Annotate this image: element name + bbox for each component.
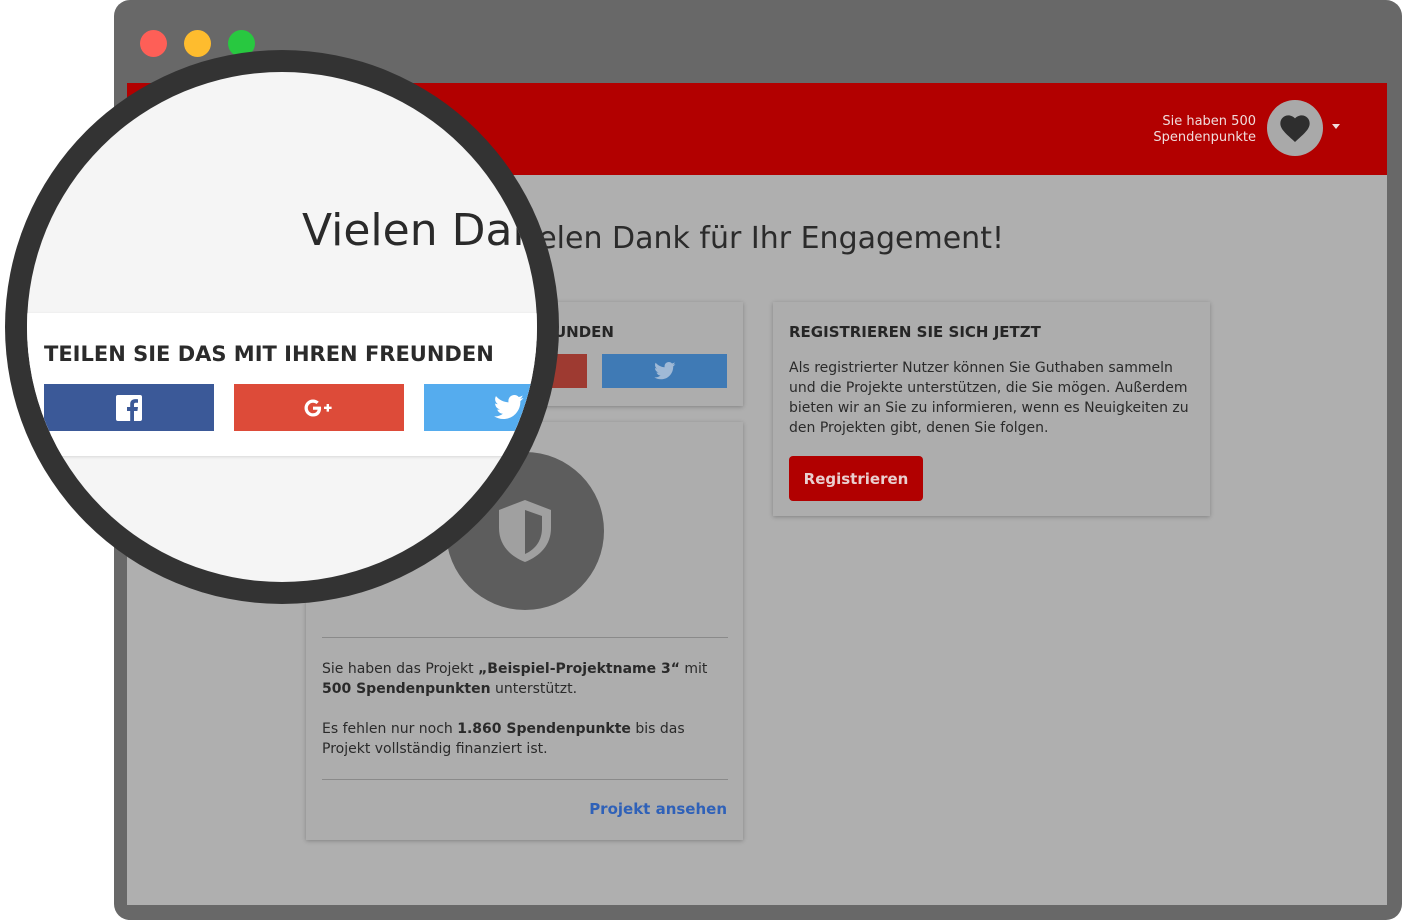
twitter-icon — [494, 395, 524, 419]
magnifier-lens: Vielen Dan TEILEN SIE DAS MIT IHREN FREU… — [5, 50, 559, 604]
window-minimize-button[interactable] — [184, 30, 211, 57]
twitter-share-button[interactable] — [602, 354, 727, 388]
share-card-title: UNDEN — [554, 323, 614, 341]
support-summary: Sie haben das Projekt „Beispiel-Projektn… — [322, 659, 728, 699]
user-avatar[interactable] — [1267, 100, 1323, 156]
facebook-icon — [116, 394, 142, 421]
heart-icon — [1280, 115, 1310, 142]
magnifier-content: Vielen Dan TEILEN SIE DAS MIT IHREN FREU… — [27, 72, 537, 582]
magnified-share-title: TEILEN SIE DAS MIT IHREN FREUNDEN — [44, 342, 494, 366]
points-balance: Sie haben 500 Spendenpunkte — [1153, 114, 1256, 146]
google-plus-share-button-magnified[interactable] — [234, 384, 404, 431]
card-divider — [322, 637, 728, 638]
twitter-share-button-magnified[interactable] — [424, 384, 537, 431]
card-divider — [322, 779, 728, 780]
missing-points: 1.860 Spendenpunkte — [457, 721, 631, 737]
support-summary-mid: mit — [679, 661, 708, 677]
support-summary-suffix: unterstützt. — [490, 681, 578, 697]
support-summary-prefix: Sie haben das Projekt — [322, 661, 479, 677]
window-close-button[interactable] — [140, 30, 167, 57]
points-balance-line2: Spendenpunkte — [1153, 130, 1256, 145]
view-project-link[interactable]: Projekt ansehen — [589, 800, 727, 818]
register-card: REGISTRIEREN SIE SICH JETZT Als registri… — [773, 302, 1210, 516]
supported-points: 500 Spendenpunkten — [322, 681, 491, 697]
register-description: Als registrierter Nutzer können Sie Guth… — [789, 360, 1189, 436]
caret-down-icon[interactable] — [1332, 124, 1340, 129]
funding-status: Es fehlen nur noch 1.860 Spendenpunkte b… — [322, 719, 728, 759]
google-plus-icon — [304, 399, 332, 416]
register-button[interactable]: Registrieren — [789, 456, 923, 501]
project-name: „Beispiel-Projektname 3“ — [478, 661, 680, 677]
facebook-share-button-magnified[interactable] — [44, 384, 214, 431]
magnified-share-card: TEILEN SIE DAS MIT IHREN FREUNDEN — [27, 313, 537, 456]
page-title-text: elen Dank für Ihr Engagement! — [538, 221, 1004, 256]
magnified-page-title: Vielen Dan — [302, 205, 537, 256]
points-balance-line1: Sie haben 500 — [1162, 114, 1256, 129]
register-card-title: REGISTRIEREN SIE SICH JETZT — [789, 323, 1041, 341]
twitter-icon — [653, 362, 675, 380]
shield-icon — [499, 500, 551, 562]
funding-status-prefix: Es fehlen nur noch — [322, 721, 458, 737]
